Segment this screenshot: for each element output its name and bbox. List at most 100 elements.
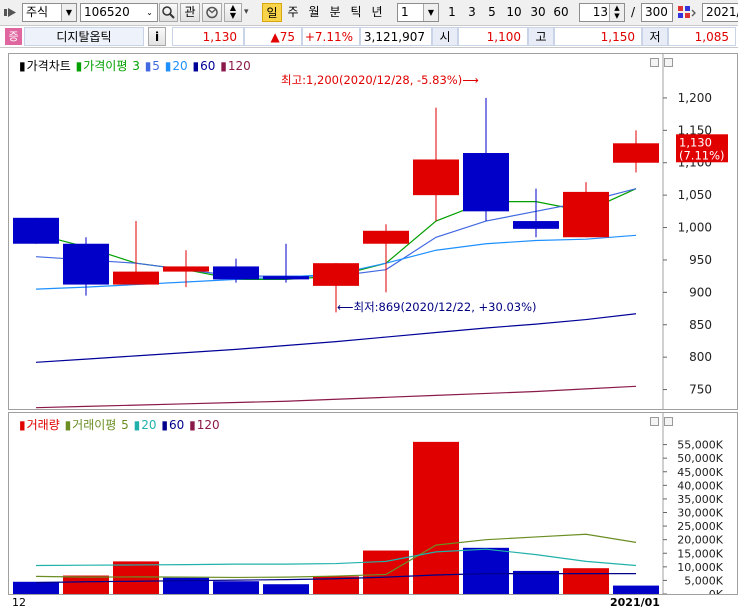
y-tick-label: 20,000K xyxy=(677,534,723,547)
y-tick-label: 55,000K xyxy=(677,439,723,452)
date-input[interactable]: 2021/ xyxy=(702,3,738,22)
current-price-tag-pct: (7.11%) xyxy=(679,148,725,162)
y-tick-label: 950 xyxy=(689,253,712,267)
interval-3-button[interactable]: 3 xyxy=(464,3,480,22)
period-minute[interactable]: 분 xyxy=(326,3,344,22)
interval-value: 1 xyxy=(401,5,409,19)
interval-60-button[interactable]: 60 xyxy=(550,3,572,22)
chevron-down-icon[interactable]: ⌄ xyxy=(142,4,157,21)
open-price: 1,100 xyxy=(458,27,528,46)
chevron-down-icon[interactable]: ▼ xyxy=(423,4,438,21)
updown-spinner[interactable]: ▲ ▼ xyxy=(224,3,242,22)
period-week[interactable]: 주 xyxy=(284,3,302,22)
high-annotation: 최고:1,200(2020/12/28, -5.83%)⟶ xyxy=(281,73,479,87)
refresh-button[interactable] xyxy=(202,3,222,22)
link-arrow-icon[interactable] xyxy=(3,5,19,20)
volume-bar xyxy=(463,547,509,594)
interval-10-button[interactable]: 10 xyxy=(503,3,525,22)
candle-body xyxy=(513,221,559,229)
price-chart-canvas: 7508008509009501,0001,0501,1001,1501,200… xyxy=(13,54,728,409)
grid-settings-icon[interactable] xyxy=(676,4,698,21)
candle-body xyxy=(13,217,59,244)
candle-body xyxy=(63,243,109,285)
y-tick-label: 1,000 xyxy=(678,221,712,235)
spin-down-icon[interactable]: ▼ xyxy=(225,12,241,20)
stock-name[interactable]: 디지탈옵틱 xyxy=(24,27,144,46)
market-select[interactable]: 주식 ▼ xyxy=(22,3,77,22)
chevron-down-icon[interactable]: ▼ xyxy=(61,4,76,21)
candle-body xyxy=(263,276,309,280)
high-label: 고 xyxy=(528,27,554,46)
y-tick-label: 40,000K xyxy=(677,479,723,492)
volume-bar xyxy=(563,568,609,594)
volume-bar xyxy=(513,570,559,594)
y-tick-label: 750 xyxy=(689,383,712,397)
y-tick-label: 45,000K xyxy=(677,466,723,479)
market-value: 주식 xyxy=(26,5,49,19)
ma-line-5 xyxy=(35,188,637,277)
stock-code-input[interactable]: 106520 ⌄ xyxy=(80,3,158,22)
display-count-input[interactable]: 13 ▲ ▼ xyxy=(579,3,625,22)
high-price: 1,150 xyxy=(554,27,642,46)
candle-body xyxy=(113,271,159,285)
volume-chart-pane[interactable]: ▮거래량 ▮거래이평 5 ▮20 ▮60 ▮120 0K5,000K10,000… xyxy=(8,412,738,595)
interval-1-button[interactable]: 1 xyxy=(444,3,460,22)
y-tick-label: 900 xyxy=(689,285,712,299)
candle-body xyxy=(213,266,259,280)
count-separator: / xyxy=(630,5,636,19)
y-tick-label: 25,000K xyxy=(677,520,723,533)
interval-5-button[interactable]: 5 xyxy=(484,3,500,22)
display-count-value: 13 xyxy=(592,5,608,19)
price-chart-pane[interactable]: ▮가격차트 ▮가격이평 3 ▮5 ▮20 ▮60 ▮120 750 800 850 9… xyxy=(8,53,738,410)
period-tick[interactable]: 틱 xyxy=(347,3,365,22)
y-tick-label: 30,000K xyxy=(677,507,723,520)
quote-bar: 증 디지탈옵틱 i 1,130 ▲75 +7.11% 3,121,907 시 1… xyxy=(0,26,738,48)
y-tick-label: 800 xyxy=(689,350,712,364)
y-tick-label: 1,200 xyxy=(678,91,712,105)
market-badge: 증 xyxy=(5,28,22,45)
y-tick-label: 1,050 xyxy=(678,188,712,202)
total-count-input[interactable]: 300 xyxy=(641,3,673,22)
period-month[interactable]: 월 xyxy=(305,3,323,22)
y-tick-label: 0K xyxy=(709,588,724,594)
low-annotation: ⟵최저:869(2020/12/22, +30.03%) xyxy=(337,300,537,314)
more-arrow-icon[interactable]: ▾ xyxy=(244,3,254,22)
x-axis-left-label: 12 xyxy=(12,596,26,609)
interval-30-button[interactable]: 30 xyxy=(527,3,549,22)
x-axis-right-label: 2021/01 xyxy=(610,596,660,609)
ma-line-60 xyxy=(35,313,637,363)
candle-body xyxy=(163,266,209,272)
search-icon xyxy=(162,6,175,19)
open-label: 시 xyxy=(432,27,458,46)
volume-bar xyxy=(13,581,59,594)
period-year[interactable]: 년 xyxy=(368,3,386,22)
candle-body xyxy=(463,153,509,212)
volume: 3,121,907 xyxy=(360,27,432,46)
stock-chart-window: 주식 ▼ 106520 ⌄ 관 ▲ ▼ ▾ 일 주 월 분 틱 년 1 ▼ 1 3… xyxy=(0,0,738,613)
current-price: 1,130 xyxy=(172,27,244,46)
volume-bar xyxy=(263,584,309,594)
chart-toolbar: 주식 ▼ 106520 ⌄ 관 ▲ ▼ ▾ 일 주 월 분 틱 년 1 ▼ 1 3… xyxy=(0,0,738,26)
low-price: 1,085 xyxy=(668,27,736,46)
volume-bar xyxy=(413,441,459,594)
y-tick-label: 15,000K xyxy=(677,547,723,560)
volume-bar xyxy=(363,550,409,594)
ma-line-120 xyxy=(35,385,637,409)
count-spinner-icon[interactable]: ▲ ▼ xyxy=(609,4,624,21)
low-label: 저 xyxy=(642,27,668,46)
stock-code-value: 106520 xyxy=(84,5,130,19)
current-price-tag-value: 1,130 xyxy=(679,135,712,149)
interval-select[interactable]: 1 ▼ xyxy=(397,3,439,22)
candle-body xyxy=(613,143,659,163)
candle-body xyxy=(313,263,359,286)
price-change: ▲75 xyxy=(244,27,302,46)
period-day[interactable]: 일 xyxy=(262,3,282,22)
volume-bar xyxy=(113,561,159,594)
candle-body xyxy=(413,159,459,196)
candle-body xyxy=(363,230,409,244)
info-button[interactable]: i xyxy=(148,27,166,46)
y-tick-label: 850 xyxy=(689,318,712,332)
price-change-pct: +7.11% xyxy=(302,27,360,46)
watchlist-button[interactable]: 관 xyxy=(180,3,200,22)
search-button[interactable] xyxy=(159,3,178,22)
